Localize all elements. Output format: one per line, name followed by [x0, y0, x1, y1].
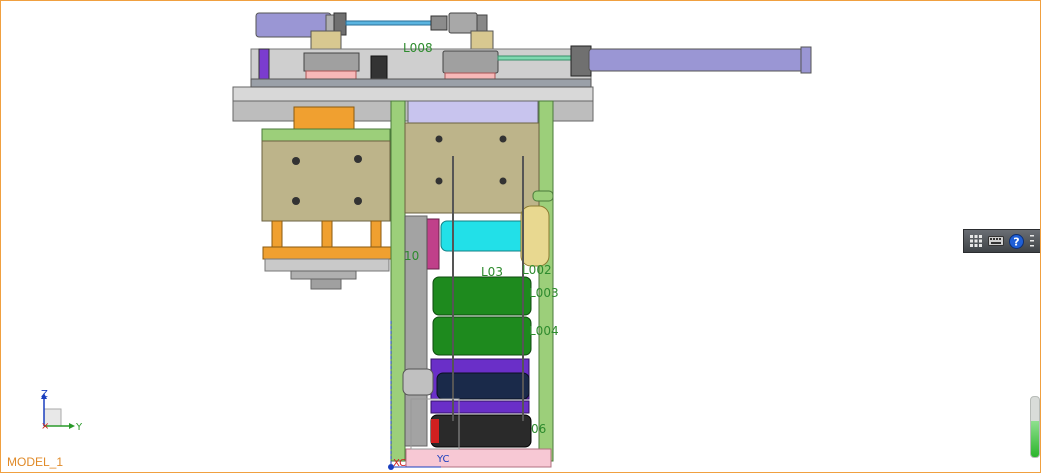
progress-gauge [1030, 396, 1040, 458]
svg-text:?: ? [1013, 235, 1019, 248]
mini-toolbar[interactable]: ? [963, 229, 1040, 253]
label-l008: L008 [403, 41, 433, 55]
top-cylinder-assembly[interactable] [255, 12, 494, 54]
rod-coupler [430, 15, 448, 31]
x-axis-marker: × [41, 421, 49, 432]
label-l003-partial: L03 [481, 265, 503, 279]
label-l001-partial: 10 [404, 249, 419, 263]
view-triad: × Z Y [41, 389, 83, 433]
rod-block [448, 12, 478, 34]
z-axis-label: Z [41, 389, 48, 400]
green-roller-top [432, 276, 532, 316]
l-bracket [310, 30, 342, 52]
graphics-viewport[interactable]: L008 L002 L03 10 L003 L004 06 XC YC × Z … [0, 0, 1041, 473]
cad-model-scene[interactable]: L008 L002 L03 10 L003 L004 06 XC YC × Z … [1, 1, 1041, 473]
main-rail [232, 86, 594, 102]
label-l002: L002 [522, 263, 552, 277]
label-l003: L003 [529, 286, 559, 300]
progress-gauge-fill [1031, 421, 1039, 457]
right-cylinder-body [588, 48, 810, 72]
y-axis-label: Y [75, 422, 83, 433]
green-roller-bottom [432, 316, 532, 356]
label-l006-partial: 06 [531, 422, 546, 436]
grid-icon[interactable] [968, 233, 984, 249]
left-gripper-block[interactable] [261, 106, 392, 290]
help-icon[interactable]: ? [1008, 233, 1024, 249]
cyan-roller [440, 220, 530, 252]
more-icon[interactable] [1028, 233, 1036, 249]
yc-label: YC [436, 454, 450, 465]
model-name-label: MODEL_1 [7, 455, 64, 469]
label-l004: L004 [529, 324, 559, 338]
keyboard-icon[interactable] [988, 233, 1004, 249]
piston-rod [345, 20, 432, 26]
bottom-base-plate [405, 448, 552, 468]
xc-label: XC [393, 458, 406, 469]
